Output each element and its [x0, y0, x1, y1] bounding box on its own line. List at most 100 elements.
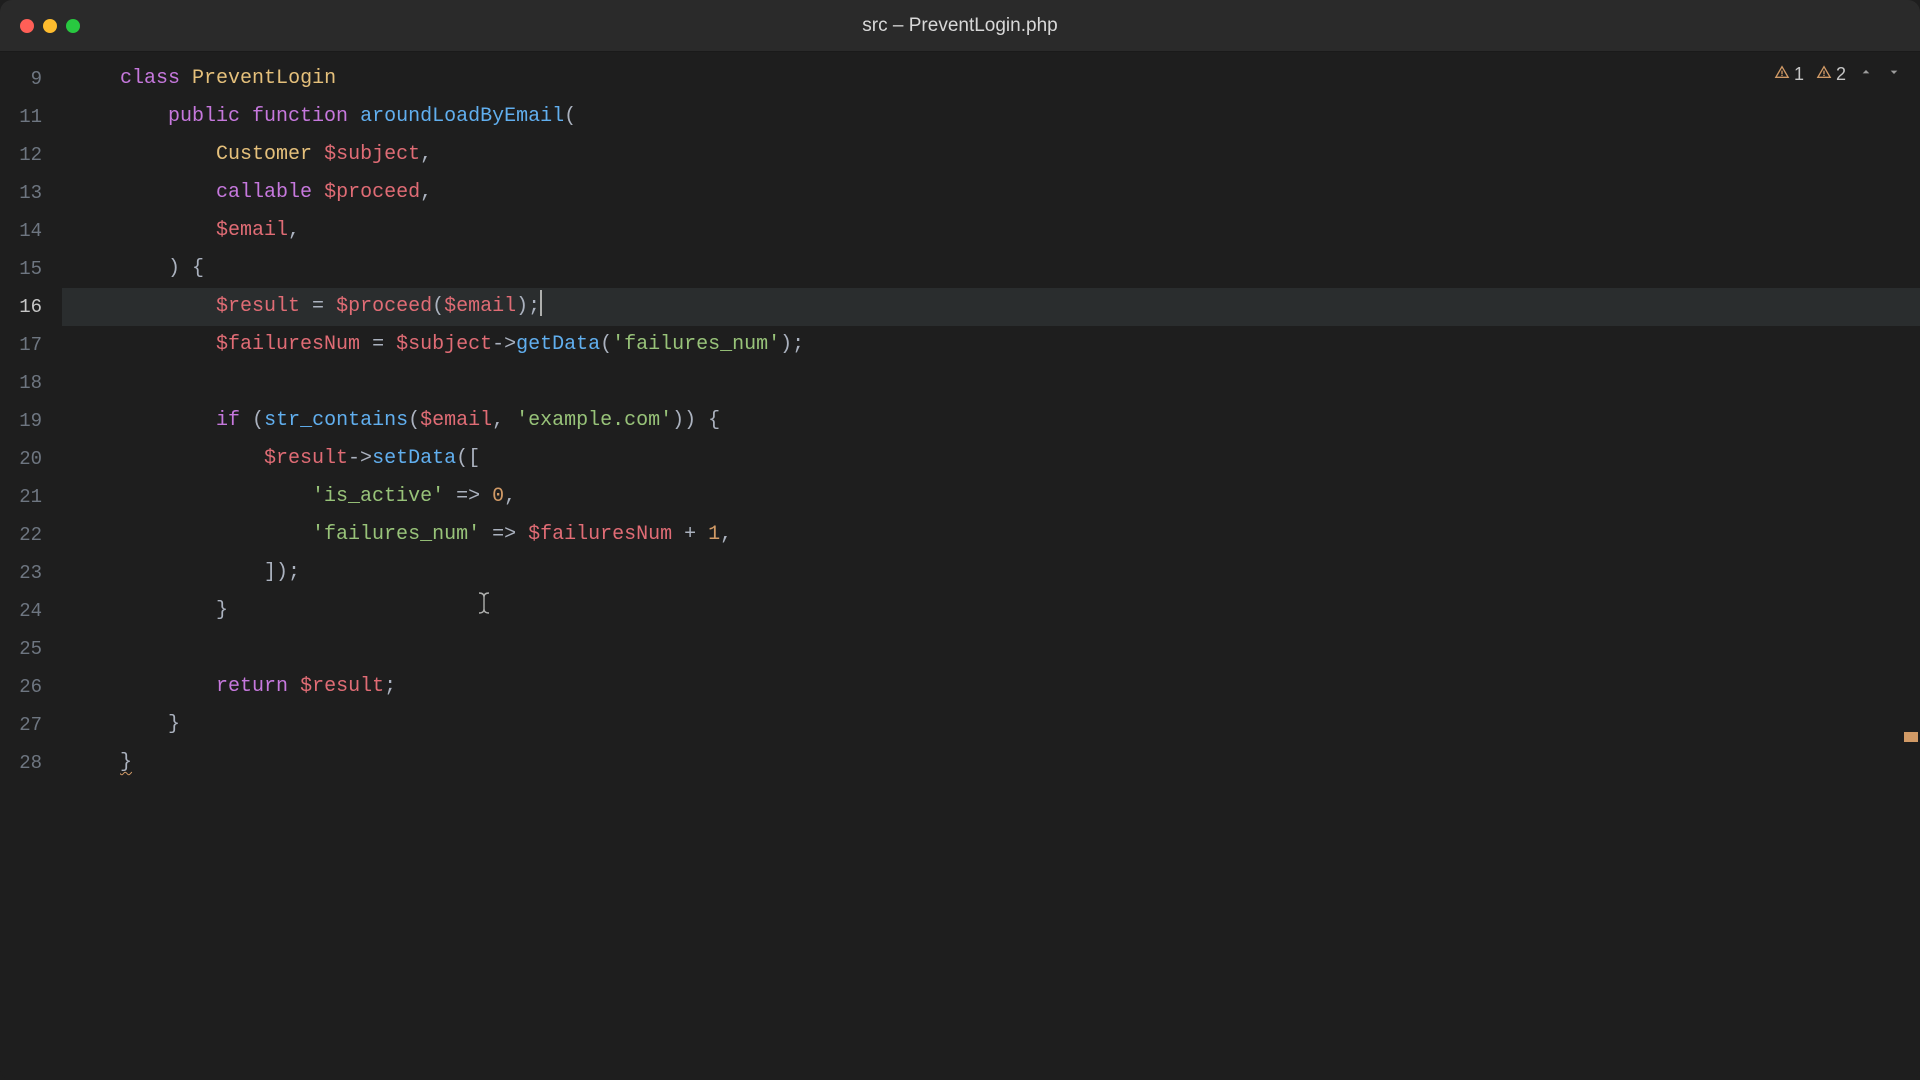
- function-call: str_contains: [264, 409, 408, 432]
- line-number: 25: [0, 630, 62, 668]
- punc: ,: [492, 409, 516, 432]
- keyword: if: [216, 409, 240, 432]
- line-number: 11: [0, 98, 62, 136]
- code-line[interactable]: ) {: [62, 250, 1920, 288]
- code-line[interactable]: }: [62, 706, 1920, 744]
- keyword: class: [120, 67, 180, 90]
- string: 'failures_num': [312, 523, 480, 546]
- code-line[interactable]: return $result;: [62, 668, 1920, 706]
- code-content[interactable]: class PreventLogin public function aroun…: [62, 52, 1920, 1080]
- caret-icon: [540, 290, 542, 316]
- variable: $proceed: [324, 181, 420, 204]
- variable: $subject: [324, 143, 420, 166]
- code-line[interactable]: $email,: [62, 212, 1920, 250]
- code-line[interactable]: ]);: [62, 554, 1920, 592]
- punc: ]);: [264, 561, 300, 584]
- close-icon[interactable]: [20, 19, 34, 33]
- code-line[interactable]: 'failures_num' => $failuresNum + 1,: [62, 516, 1920, 554]
- code-line[interactable]: $result->setData([: [62, 440, 1920, 478]
- function-name: aroundLoadByEmail: [360, 105, 564, 128]
- keyword: function: [252, 105, 348, 128]
- line-number: 23: [0, 554, 62, 592]
- string: 'example.com': [516, 409, 672, 432]
- number: 0: [492, 485, 504, 508]
- punc: =: [360, 333, 396, 356]
- line-number: 18: [0, 364, 62, 402]
- titlebar: src – PreventLogin.php: [0, 0, 1920, 52]
- method: getData: [516, 333, 600, 356]
- punc: }: [120, 751, 132, 774]
- code-line[interactable]: public function aroundLoadByEmail(: [62, 98, 1920, 136]
- keyword: return: [216, 675, 288, 698]
- line-number: 24: [0, 592, 62, 630]
- punc: =>: [444, 485, 492, 508]
- punc: ,: [720, 523, 732, 546]
- variable: $proceed: [336, 295, 432, 318]
- line-number: 26: [0, 668, 62, 706]
- line-number: 28: [0, 744, 62, 782]
- code-line[interactable]: [62, 630, 1920, 668]
- variable: $failuresNum: [216, 333, 360, 356]
- code-line[interactable]: class PreventLogin: [62, 60, 1920, 98]
- code-line[interactable]: Customer $subject,: [62, 136, 1920, 174]
- line-number: 16: [0, 288, 62, 326]
- code-line[interactable]: callable $proceed,: [62, 174, 1920, 212]
- method: setData: [372, 447, 456, 470]
- punc: (: [564, 105, 576, 128]
- line-number: 9: [0, 60, 62, 98]
- scrollbar[interactable]: [1904, 52, 1918, 1080]
- line-number: 20: [0, 440, 62, 478]
- punc: }: [216, 599, 228, 622]
- line-number: 22: [0, 516, 62, 554]
- punc: ) {: [168, 257, 204, 280]
- line-number: 19: [0, 402, 62, 440]
- punc: )) {: [672, 409, 720, 432]
- punc: ;: [384, 675, 396, 698]
- punc: ->: [348, 447, 372, 470]
- line-number: 14: [0, 212, 62, 250]
- variable: $email: [420, 409, 492, 432]
- editor-area[interactable]: 1 2 9 11 12 13 14 15 16 17 18: [0, 52, 1920, 1080]
- code-line[interactable]: $result = $proceed($email);: [62, 288, 1920, 326]
- scroll-marker-icon: [1904, 732, 1918, 742]
- number: 1: [708, 523, 720, 546]
- punc: );: [516, 295, 540, 318]
- code-line[interactable]: }: [62, 744, 1920, 782]
- maximize-icon[interactable]: [66, 19, 80, 33]
- code-line[interactable]: if (str_contains($email, 'example.com'))…: [62, 402, 1920, 440]
- window-controls: [20, 19, 80, 33]
- punc: );: [780, 333, 804, 356]
- editor-window: src – PreventLogin.php 1 2: [0, 0, 1920, 1080]
- line-number: 21: [0, 478, 62, 516]
- code-line[interactable]: $failuresNum = $subject->getData('failur…: [62, 326, 1920, 364]
- minimize-icon[interactable]: [43, 19, 57, 33]
- code-line[interactable]: 'is_active' => 0,: [62, 478, 1920, 516]
- space: [288, 675, 300, 698]
- code-line[interactable]: }: [62, 592, 1920, 630]
- punc: =>: [480, 523, 528, 546]
- line-number-gutter: 9 11 12 13 14 15 16 17 18 19 20 21 22 23…: [0, 52, 62, 1080]
- line-number: 17: [0, 326, 62, 364]
- class-name: PreventLogin: [192, 67, 336, 90]
- keyword: public: [168, 105, 240, 128]
- punc: ([: [456, 447, 480, 470]
- string: 'failures_num': [612, 333, 780, 356]
- type: Customer: [216, 143, 312, 166]
- punc: ,: [504, 485, 516, 508]
- punc: (: [240, 409, 264, 432]
- type: callable: [216, 181, 312, 204]
- variable: $failuresNum: [528, 523, 672, 546]
- op: +: [672, 523, 708, 546]
- punc: ,: [288, 219, 300, 242]
- line-number: 15: [0, 250, 62, 288]
- punc: (: [432, 295, 444, 318]
- punc: ,: [420, 143, 432, 166]
- string: 'is_active': [312, 485, 444, 508]
- code-line[interactable]: [62, 364, 1920, 402]
- punc: ->: [492, 333, 516, 356]
- line-number: 13: [0, 174, 62, 212]
- window-title: src – PreventLogin.php: [20, 15, 1900, 37]
- variable: $result: [216, 295, 300, 318]
- variable: $result: [264, 447, 348, 470]
- punc: (: [600, 333, 612, 356]
